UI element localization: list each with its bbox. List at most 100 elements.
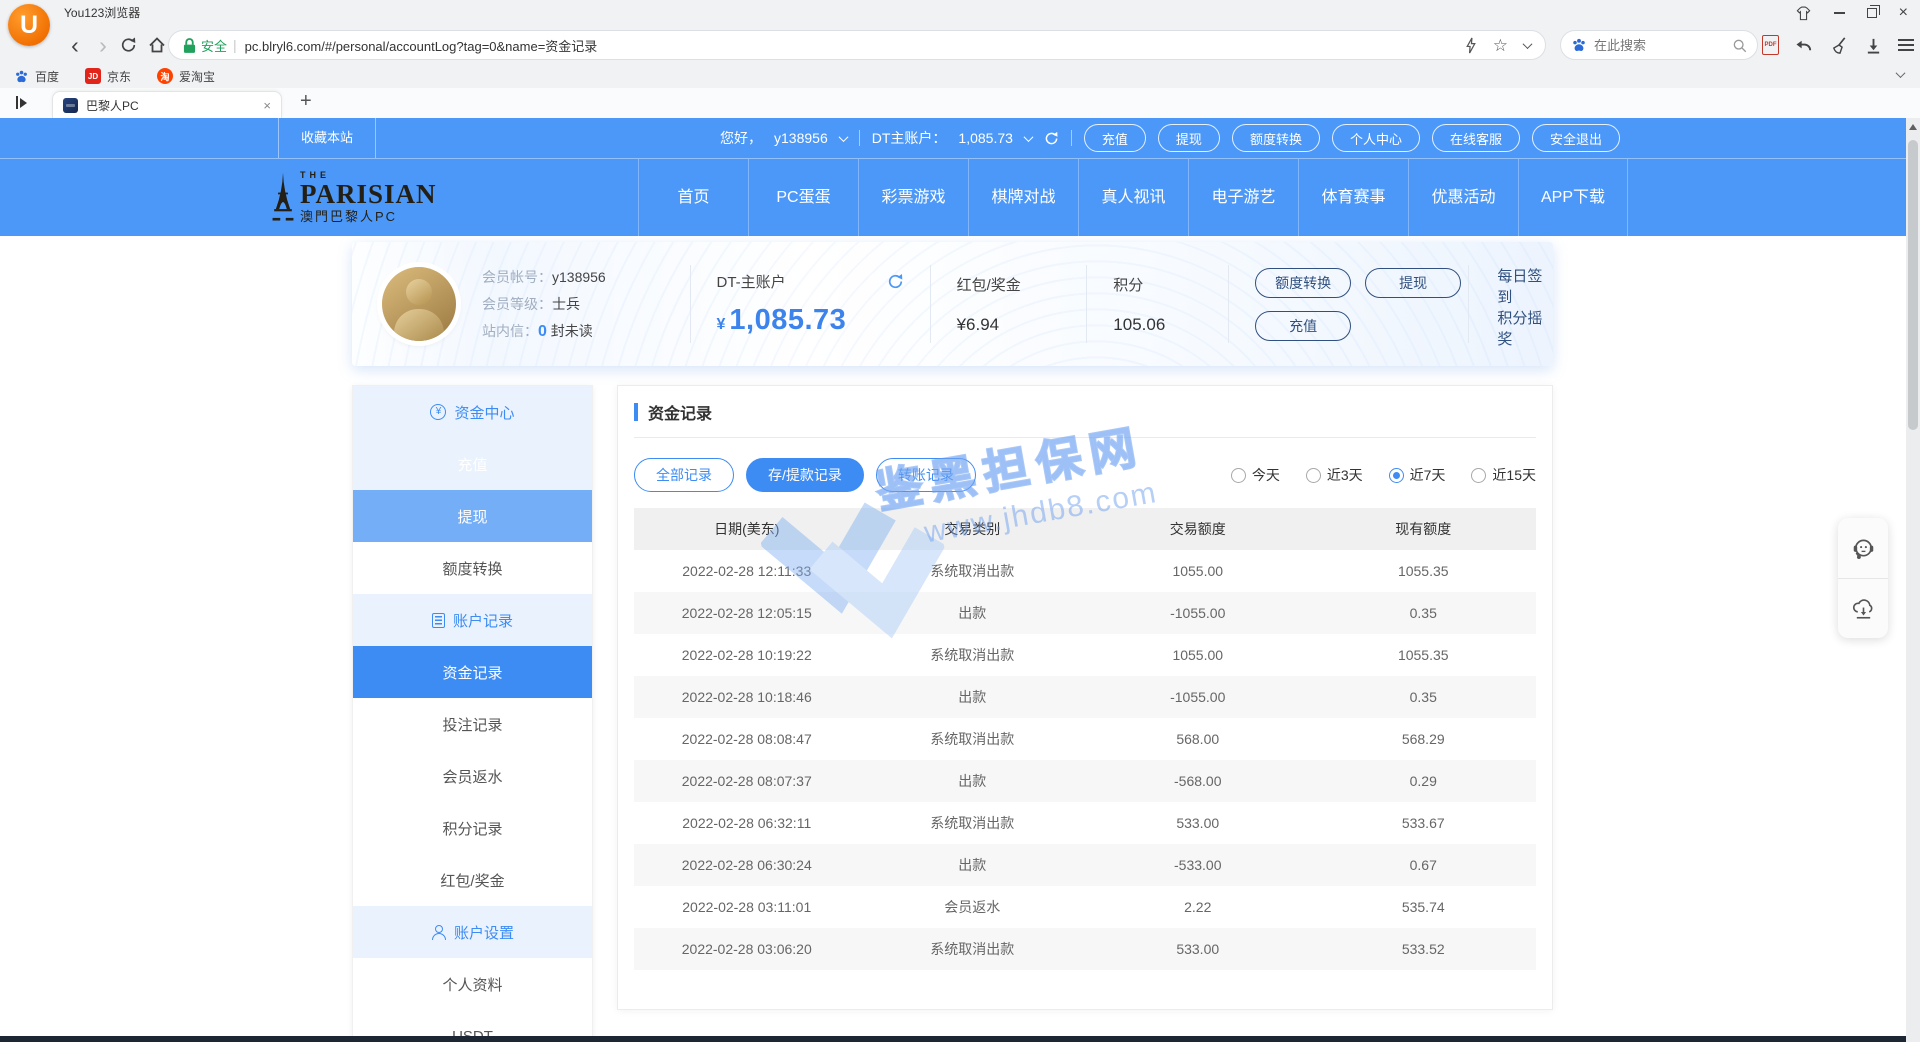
page-scrollbar[interactable] xyxy=(1906,118,1920,1042)
bookmark-jd[interactable]: JD 京东 xyxy=(85,68,131,85)
customer-service-button[interactable] xyxy=(1838,518,1888,578)
browser-tab[interactable]: 巴黎人PC × xyxy=(52,91,282,118)
refresh-balance-icon[interactable] xyxy=(1044,131,1059,146)
cell-balance: 0.67 xyxy=(1311,844,1537,886)
topbar-button[interactable]: 提现 xyxy=(1158,124,1220,152)
chevron-down-icon[interactable] xyxy=(1523,39,1533,49)
app-download-button[interactable] xyxy=(1838,578,1888,638)
menu-icon[interactable] xyxy=(1898,39,1914,51)
minimize-button[interactable] xyxy=(1834,12,1845,14)
bookmark-baidu[interactable]: 百度 xyxy=(14,68,59,85)
cell-date: 2022-02-28 10:19:22 xyxy=(634,634,860,676)
nav-menu-item[interactable]: 彩票游戏 xyxy=(858,159,968,237)
sidebar-item-deposit[interactable]: 充值 xyxy=(353,438,592,490)
nav-menu-item[interactable]: PC蛋蛋 xyxy=(748,159,858,237)
radio-icon[interactable] xyxy=(1471,468,1486,483)
sidebar-item-member-rebate[interactable]: 会员返水 xyxy=(353,750,592,802)
undo-icon[interactable] xyxy=(1795,37,1814,54)
sidebar-item-redpacket-bonus[interactable]: 红包/奖金 xyxy=(353,854,592,906)
restore-button[interactable] xyxy=(1867,8,1877,18)
user-chevron-icon[interactable] xyxy=(838,132,848,142)
new-tab-button[interactable]: + xyxy=(300,90,312,113)
main-wallet-block: DT-主账户 ¥1,085.73 xyxy=(717,271,904,337)
topbar-button[interactable]: 安全退出 xyxy=(1532,124,1620,152)
record-tabs: 全部记录 存/提款记录 转账记录 xyxy=(634,458,976,492)
nav-menu-item[interactable]: 优惠活动 xyxy=(1408,159,1518,237)
nav-menu-item[interactable]: 体育赛事 xyxy=(1298,159,1408,237)
transfer-quota-button[interactable]: 额度转换 xyxy=(1255,268,1351,298)
wallet-label: DT主账户： xyxy=(872,128,947,148)
close-window-button[interactable]: × xyxy=(1899,5,1908,21)
table-row: 2022-02-28 06:30:24 出款 -533.00 0.67 xyxy=(634,844,1536,886)
sidebar-item-withdraw[interactable]: 提现 xyxy=(353,490,592,542)
tab-all-records[interactable]: 全部记录 xyxy=(634,458,734,492)
sidebar-item-points-record[interactable]: 积分记录 xyxy=(353,802,592,854)
reload-icon[interactable] xyxy=(120,26,137,64)
sidebar-item-funds-record[interactable]: 资金记录 xyxy=(353,646,592,698)
member-level-row: 会员等级：士兵 xyxy=(482,291,664,318)
tab-close-icon[interactable]: × xyxy=(263,98,271,113)
cell-date: 2022-02-28 06:30:24 xyxy=(634,844,860,886)
sidebar-toggle-icon[interactable] xyxy=(16,96,27,109)
points-lottery-link[interactable]: 积分摇奖 xyxy=(1497,307,1553,349)
table-row: 2022-02-28 03:11:01 会员返水 2.22 535.74 xyxy=(634,886,1536,928)
taobao-icon: 淘 xyxy=(157,68,173,84)
forward-icon[interactable]: › xyxy=(90,26,116,64)
cell-date: 2022-02-28 03:06:20 xyxy=(634,928,860,970)
bookmarks-collapse-icon[interactable] xyxy=(1896,68,1906,78)
download-icon[interactable] xyxy=(1865,37,1882,54)
search-icon[interactable] xyxy=(1732,38,1747,53)
radio-icon[interactable] xyxy=(1306,468,1321,483)
deposit-button[interactable]: 充值 xyxy=(1255,311,1351,341)
main-wallet-value: ¥1,085.73 xyxy=(717,304,904,337)
scroll-up-arrow-icon[interactable] xyxy=(1909,124,1917,130)
tab-deposit-withdraw-records[interactable]: 存/提款记录 xyxy=(746,458,864,492)
search-box[interactable] xyxy=(1560,30,1758,60)
divider xyxy=(930,265,931,343)
table-row: 2022-02-28 08:08:47 系统取消出款 568.00 568.29 xyxy=(634,718,1536,760)
radio-icon[interactable] xyxy=(1231,468,1246,483)
username-text[interactable]: y138956 xyxy=(774,130,828,146)
cleaner-broom-icon[interactable] xyxy=(1830,36,1849,55)
table-row: 2022-02-28 12:05:15 出款 -1055.00 0.35 xyxy=(634,592,1536,634)
wallet-chevron-icon[interactable] xyxy=(1023,132,1033,142)
theme-skin-icon[interactable] xyxy=(1795,6,1812,21)
nav-menu-item[interactable]: 首页 xyxy=(638,159,748,237)
tab-transfer-records[interactable]: 转账记录 xyxy=(876,458,976,492)
sidebar-item-bet-record[interactable]: 投注记录 xyxy=(353,698,592,750)
nav-menu-item[interactable]: 真人视讯 xyxy=(1078,159,1188,237)
nav-menu-item[interactable]: 棋牌对战 xyxy=(968,159,1078,237)
nav-menu-item[interactable]: APP下载 xyxy=(1518,159,1628,237)
site-logo[interactable]: THE PARISIAN 澳門巴黎人PC xyxy=(272,168,437,226)
divider xyxy=(1071,130,1072,146)
daily-signin-link[interactable]: 每日签到 xyxy=(1497,265,1553,307)
refresh-wallet-icon[interactable] xyxy=(887,273,904,290)
home-icon[interactable] xyxy=(148,26,166,64)
nav-menu-item[interactable]: 电子游艺 xyxy=(1188,159,1298,237)
radio-last-7-days[interactable]: 近7天 xyxy=(1389,465,1446,485)
radio-selected-icon[interactable] xyxy=(1389,468,1404,483)
cell-balance: 535.74 xyxy=(1311,886,1537,928)
address-bar[interactable]: 安全 | pc.blryl6.com/#/personal/accountLog… xyxy=(168,30,1546,60)
sidebar-item-personal-profile[interactable]: 个人资料 xyxy=(353,958,592,1010)
topbar-button[interactable]: 充值 xyxy=(1084,124,1146,152)
back-icon[interactable]: ‹ xyxy=(62,26,88,64)
topbar-button[interactable]: 个人中心 xyxy=(1332,124,1420,152)
bookmark-taobao[interactable]: 淘 爱淘宝 xyxy=(157,68,215,85)
scrollbar-thumb[interactable] xyxy=(1908,140,1918,430)
radio-last-3-days[interactable]: 近3天 xyxy=(1306,465,1363,485)
search-input[interactable] xyxy=(1594,38,1725,53)
favorite-site-link[interactable]: 收藏本站 xyxy=(278,118,376,158)
bookmark-star-icon[interactable]: ☆ xyxy=(1493,37,1508,54)
pdf-tool-icon[interactable] xyxy=(1762,35,1779,55)
logo-name: PARISIAN xyxy=(300,180,437,208)
radio-today[interactable]: 今天 xyxy=(1231,465,1280,485)
inbox-row[interactable]: 站内信：0 封未读 xyxy=(482,318,664,345)
cell-amount: 2.22 xyxy=(1085,886,1311,928)
withdraw-button[interactable]: 提现 xyxy=(1365,268,1461,298)
topbar-button[interactable]: 额度转换 xyxy=(1232,124,1320,152)
radio-last-15-days[interactable]: 近15天 xyxy=(1471,465,1536,485)
topbar-button[interactable]: 在线客服 xyxy=(1432,124,1520,152)
lightning-icon[interactable] xyxy=(1465,37,1477,54)
sidebar-item-quota-transfer[interactable]: 额度转换 xyxy=(353,542,592,594)
